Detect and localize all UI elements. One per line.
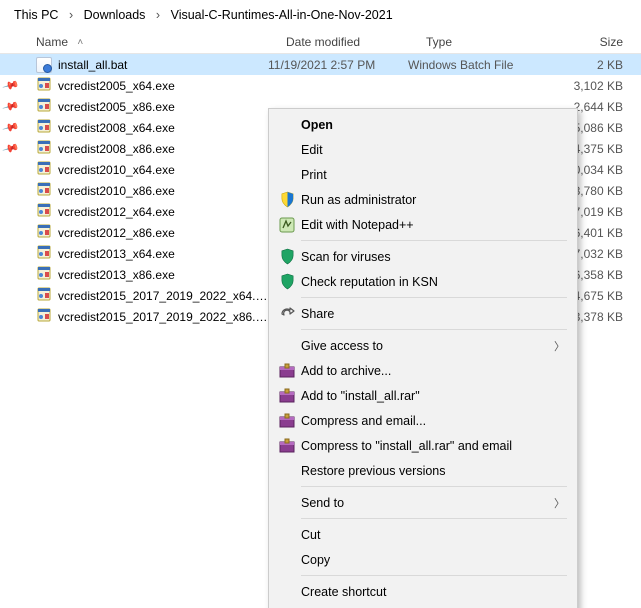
menu-item-scan-viruses[interactable]: Scan for viruses (271, 244, 575, 269)
menu-item-send-to[interactable]: Send to〉 (271, 490, 575, 515)
menu-item-give-access-to[interactable]: Give access to〉 (271, 333, 575, 358)
exe-file-icon (36, 120, 52, 136)
chevron-right-icon: 〉 (554, 495, 575, 511)
menu-item-restore-versions[interactable]: Restore previous versions (271, 458, 575, 483)
menu-item-cut[interactable]: Cut (271, 522, 575, 547)
file-name: vcredist2010_x86.exe (58, 184, 268, 198)
menu-item-compress-email[interactable]: Compress and email... (271, 408, 575, 433)
file-name: vcredist2015_2017_2019_2022_x86.exe (58, 310, 268, 324)
pin-icon: 📌 (2, 97, 20, 115)
exe-file-icon (36, 288, 52, 304)
exe-file-icon (36, 162, 52, 178)
exe-file-icon (36, 78, 52, 94)
menu-item-copy[interactable]: Copy (271, 547, 575, 572)
file-name: vcredist2015_2017_2019_2022_x64.exe (58, 289, 268, 303)
menu-item-add-to-rar[interactable]: Add to "install_all.rar" (271, 383, 575, 408)
file-name: vcredist2005_x86.exe (58, 100, 268, 114)
kaspersky-shield-icon (277, 247, 297, 267)
menu-item-compress-rar-email[interactable]: Compress to "install_all.rar" and email (271, 433, 575, 458)
exe-file-icon (36, 204, 52, 220)
column-header-date[interactable]: Date modified (286, 35, 426, 49)
menu-separator (301, 329, 567, 330)
notepadpp-icon (277, 215, 297, 235)
column-header-type[interactable]: Type (426, 35, 541, 49)
kaspersky-shield-icon (277, 272, 297, 292)
file-name: vcredist2010_x64.exe (58, 163, 268, 177)
exe-file-icon (36, 225, 52, 241)
menu-item-share[interactable]: Share (271, 301, 575, 326)
menu-separator (301, 486, 567, 487)
pin-icon: 📌 (2, 76, 20, 94)
pin-icon: 📌 (2, 139, 20, 157)
menu-item-delete[interactable]: Delete (271, 604, 575, 608)
winrar-icon (277, 386, 297, 406)
menu-separator (301, 297, 567, 298)
breadcrumb[interactable]: This PC › Downloads › Visual-C-Runtimes-… (0, 0, 641, 32)
breadcrumb-segment[interactable]: Downloads (84, 8, 146, 22)
context-menu: Open Edit Print Run as administrator Edi… (268, 108, 578, 608)
winrar-icon (277, 436, 297, 456)
file-name: vcredist2013_x64.exe (58, 247, 268, 261)
menu-item-open[interactable]: Open (271, 112, 575, 137)
exe-file-icon (36, 267, 52, 283)
file-name: vcredist2008_x86.exe (58, 142, 268, 156)
file-size: 3,102 KB (523, 79, 641, 93)
file-row[interactable]: install_all.bat11/19/2021 2:57 PMWindows… (0, 54, 641, 75)
file-name: vcredist2005_x64.exe (58, 79, 268, 93)
breadcrumb-segment[interactable]: Visual-C-Runtimes-All-in-One-Nov-2021 (171, 8, 393, 22)
file-type: Windows Batch File (408, 58, 523, 72)
exe-file-icon (36, 246, 52, 262)
menu-item-add-to-archive[interactable]: Add to archive... (271, 358, 575, 383)
column-header-size[interactable]: Size (541, 35, 641, 49)
batch-file-icon (36, 57, 52, 73)
menu-item-check-ksn[interactable]: Check reputation in KSN (271, 269, 575, 294)
file-name: vcredist2012_x86.exe (58, 226, 268, 240)
menu-separator (301, 518, 567, 519)
winrar-icon (277, 411, 297, 431)
menu-item-edit[interactable]: Edit (271, 137, 575, 162)
chevron-right-icon: › (62, 8, 80, 22)
pin-icon: 📌 (2, 118, 20, 136)
exe-file-icon (36, 183, 52, 199)
file-row[interactable]: 📌 vcredist2005_x64.exe 3,102 KB (0, 75, 641, 96)
menu-item-edit-notepadpp[interactable]: Edit with Notepad++ (271, 212, 575, 237)
file-name: vcredist2012_x64.exe (58, 205, 268, 219)
file-name: install_all.bat (58, 58, 268, 72)
sort-indicator-icon: ˄ (77, 37, 83, 48)
chevron-right-icon: › (149, 8, 167, 22)
menu-item-run-as-administrator[interactable]: Run as administrator (271, 187, 575, 212)
menu-item-print[interactable]: Print (271, 162, 575, 187)
breadcrumb-segment[interactable]: This PC (14, 8, 58, 22)
file-list: Name ˄ Date modified Type Size install_a… (0, 32, 641, 327)
share-icon (277, 304, 297, 324)
file-name: vcredist2008_x64.exe (58, 121, 268, 135)
exe-file-icon (36, 141, 52, 157)
file-date: 11/19/2021 2:57 PM (268, 58, 408, 72)
winrar-icon (277, 361, 297, 381)
file-size: 2 KB (523, 58, 641, 72)
column-header-name[interactable]: Name ˄ (0, 35, 286, 49)
menu-separator (301, 240, 567, 241)
file-name: vcredist2013_x86.exe (58, 268, 268, 282)
column-headers: Name ˄ Date modified Type Size (0, 32, 641, 54)
shield-icon (277, 190, 297, 210)
menu-separator (301, 575, 567, 576)
chevron-right-icon: 〉 (554, 338, 575, 354)
menu-item-create-shortcut[interactable]: Create shortcut (271, 579, 575, 604)
exe-file-icon (36, 99, 52, 115)
exe-file-icon (36, 309, 52, 325)
